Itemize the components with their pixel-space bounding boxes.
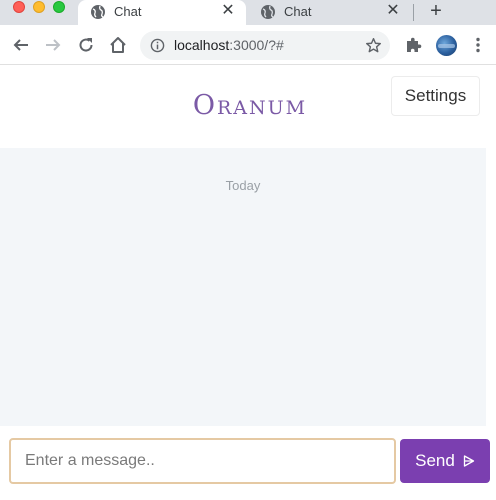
- profile-avatar[interactable]: [436, 35, 457, 56]
- chat-messages-area[interactable]: Today: [0, 148, 486, 426]
- arrow-left-icon: [13, 39, 28, 51]
- back-button[interactable]: [11, 35, 31, 55]
- message-composer: Send: [0, 426, 496, 500]
- minimize-window-button[interactable]: [33, 1, 45, 13]
- reload-icon: [79, 38, 93, 52]
- browser-menu-button[interactable]: [468, 35, 488, 55]
- send-button[interactable]: Send: [400, 439, 490, 483]
- more-vertical-icon: [476, 37, 480, 53]
- address-bar[interactable]: localhost:3000/?#: [140, 31, 390, 60]
- message-input[interactable]: [9, 438, 396, 484]
- close-tab-icon[interactable]: ✕: [220, 3, 236, 19]
- app-header: Oranum Settings: [0, 66, 496, 148]
- browser-tabstrip: Chat ✕ Chat ✕ +: [0, 0, 496, 25]
- info-icon[interactable]: [150, 38, 165, 53]
- home-icon: [110, 37, 126, 53]
- extensions-button[interactable]: [403, 35, 423, 55]
- bookmark-star-icon[interactable]: [365, 37, 382, 54]
- arrow-right-icon: [46, 39, 61, 51]
- close-window-button[interactable]: [13, 1, 25, 13]
- day-separator: Today: [225, 178, 261, 193]
- puzzle-icon: [407, 37, 422, 52]
- settings-button[interactable]: Settings: [391, 76, 480, 116]
- tab-title: Chat: [284, 4, 312, 19]
- globe-icon: [261, 5, 275, 19]
- close-tab-icon[interactable]: ✕: [385, 3, 401, 19]
- browser-tab-active[interactable]: Chat ✕: [78, 0, 246, 25]
- url-text[interactable]: localhost:3000/?#: [174, 38, 284, 53]
- reload-button[interactable]: [76, 35, 96, 55]
- send-arrow-icon: [463, 455, 474, 467]
- browser-toolbar: localhost:3000/?#: [0, 25, 496, 65]
- forward-button[interactable]: [43, 35, 63, 55]
- maximize-window-button[interactable]: [53, 1, 65, 13]
- url-path: :3000/?#: [229, 37, 284, 53]
- browser-tab[interactable]: Chat ✕: [248, 0, 411, 25]
- new-tab-button[interactable]: +: [426, 1, 446, 21]
- tab-divider: [413, 4, 414, 21]
- send-label: Send: [415, 451, 455, 470]
- tab-title: Chat: [114, 4, 142, 19]
- home-button[interactable]: [108, 35, 128, 55]
- globe-icon: [91, 5, 105, 19]
- url-host: localhost: [174, 37, 230, 53]
- scrollbar-track[interactable]: [486, 148, 496, 426]
